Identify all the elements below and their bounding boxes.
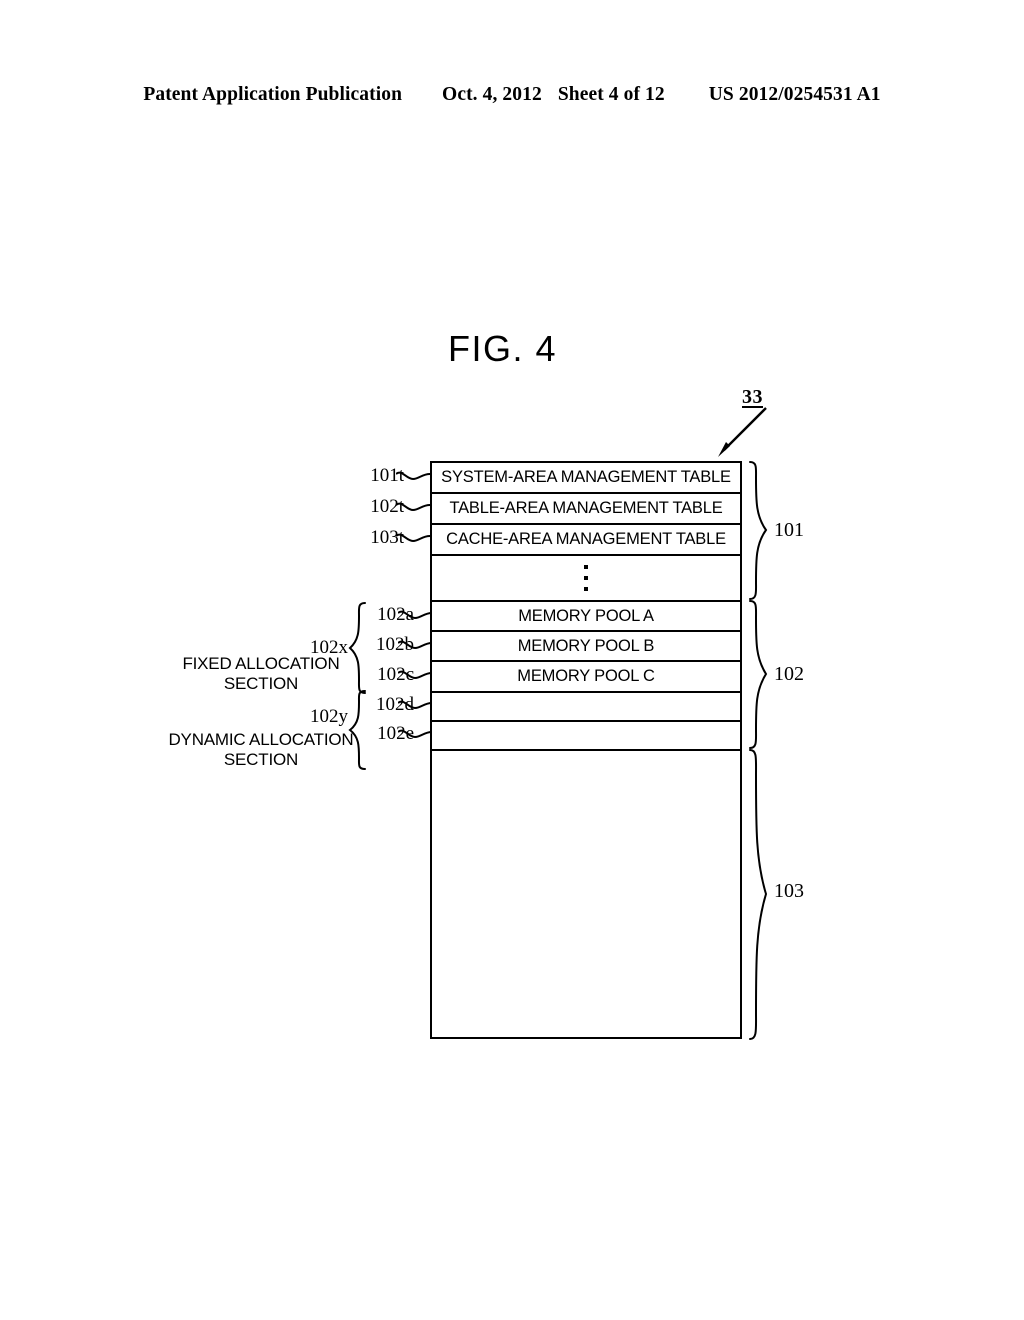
group-id-102y: 102y <box>310 706 348 727</box>
leader-line-102c-icon <box>398 670 432 680</box>
group-numeral-103: 103 <box>774 880 804 902</box>
memory-row-102t: TABLE-AREA MANAGEMENT TABLE <box>432 494 740 525</box>
reference-33-arrow-icon <box>718 407 767 457</box>
leader-line-102t-icon <box>396 502 430 512</box>
memory-row-102b: MEMORY POOL B <box>432 632 740 662</box>
memory-row-label: MEMORY POOL A <box>518 606 654 625</box>
leader-line-102b-icon <box>398 640 432 650</box>
leader-line-102e-icon <box>398 729 432 739</box>
header-patent-number: US 2012/0254531 A1 <box>708 84 881 105</box>
header-sheet-number: Sheet 4 of 12 <box>557 84 665 105</box>
memory-row-label: SYSTEM-AREA MANAGEMENT TABLE <box>441 468 731 486</box>
memory-row-label: MEMORY POOL C <box>517 667 655 685</box>
section-name-line1: FIXED ALLOCATION <box>182 654 340 673</box>
memory-row-102a: MEMORY POOL A <box>432 602 740 632</box>
memory-row-102e <box>432 722 740 751</box>
leader-line-103t-icon <box>396 533 430 543</box>
memory-row-ellipsis <box>432 556 740 602</box>
header-publication: Patent Application Publication <box>143 84 403 105</box>
vertical-ellipsis-icon <box>584 565 588 591</box>
group-numeral-101: 101 <box>774 519 804 541</box>
memory-row-label: CACHE-AREA MANAGEMENT TABLE <box>446 530 726 548</box>
group-brace-102x-icon <box>348 602 366 694</box>
memory-row-label: MEMORY POOL B <box>517 636 655 655</box>
memory-row-103t: CACHE-AREA MANAGEMENT TABLE <box>432 525 740 556</box>
section-name-fixed-allocation: FIXED ALLOCATION SECTION <box>178 654 344 694</box>
figure-title: FIG. 4 <box>448 328 558 369</box>
memory-map-box: SYSTEM-AREA MANAGEMENT TABLE TABLE-AREA … <box>430 461 742 1039</box>
group-brace-101-icon <box>749 461 768 600</box>
memory-row-label: TABLE-AREA MANAGEMENT TABLE <box>449 499 723 517</box>
group-brace-103-icon <box>749 749 768 1040</box>
memory-row-free-area <box>432 751 740 1036</box>
leader-line-101t-icon <box>396 471 430 481</box>
group-numeral-102: 102 <box>774 663 804 685</box>
memory-row-102d <box>432 693 740 722</box>
leader-line-102d-icon <box>398 700 432 710</box>
section-name-line2: SECTION <box>223 674 299 694</box>
memory-row-101t: SYSTEM-AREA MANAGEMENT TABLE <box>432 463 740 494</box>
section-name-line1: DYNAMIC ALLOCATION <box>168 730 354 749</box>
header-date: Oct. 4, 2012 <box>442 84 542 105</box>
section-name-line2: SECTION <box>223 750 299 770</box>
memory-row-102c: MEMORY POOL C <box>432 662 740 693</box>
section-name-dynamic-allocation: DYNAMIC ALLOCATION SECTION <box>166 730 356 770</box>
group-brace-102-icon <box>749 600 768 749</box>
leader-line-102a-icon <box>398 610 432 620</box>
page-header: Patent Application Publication Oct. 4, 2… <box>0 84 1024 114</box>
